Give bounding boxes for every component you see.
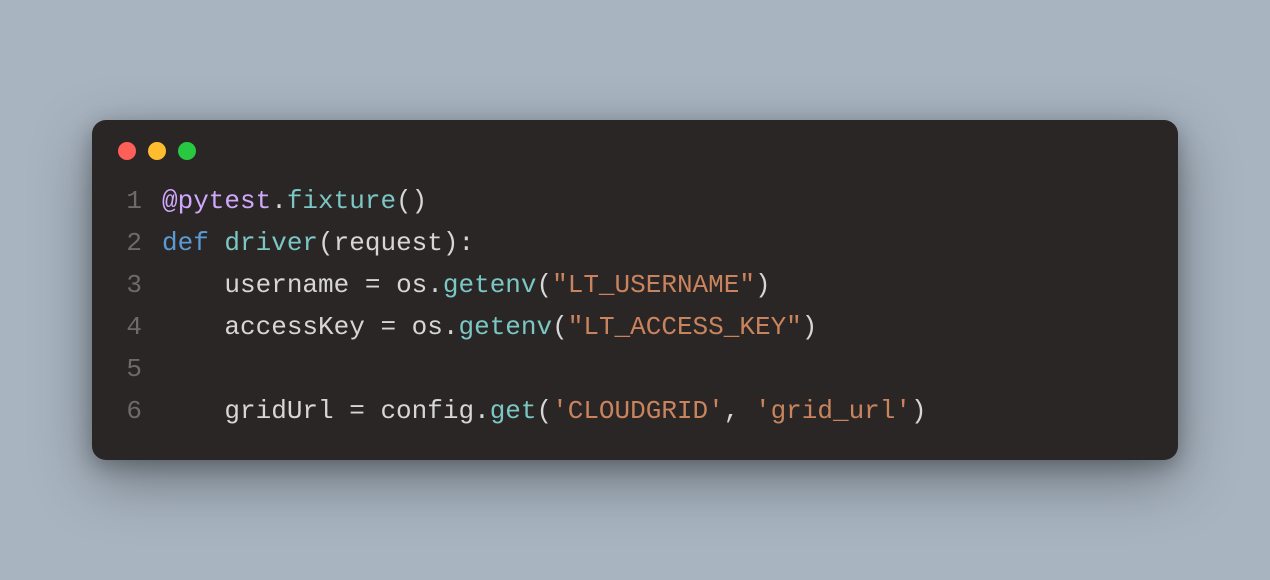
line-number: 4 xyxy=(118,306,162,348)
code-token: ) xyxy=(755,270,771,300)
code-token: os xyxy=(396,270,427,300)
code-token: get xyxy=(490,396,537,426)
code-token: gridUrl xyxy=(224,396,333,426)
code-token: ( xyxy=(318,228,334,258)
code-token: ( xyxy=(552,312,568,342)
code-token: ): xyxy=(443,228,474,258)
code-line[interactable]: 2def driver(request): xyxy=(118,222,1152,264)
code-token: = xyxy=(365,312,412,342)
code-token: getenv xyxy=(443,270,537,300)
code-line[interactable]: 3 username = os.getenv("LT_USERNAME") xyxy=(118,264,1152,306)
code-line[interactable]: 4 accessKey = os.getenv("LT_ACCESS_KEY") xyxy=(118,306,1152,348)
code-token: 'grid_url' xyxy=(755,396,911,426)
code-token: request xyxy=(334,228,443,258)
code-token: getenv xyxy=(459,312,553,342)
code-line[interactable]: 6 gridUrl = config.get('CLOUDGRID', 'gri… xyxy=(118,390,1152,432)
close-icon[interactable] xyxy=(118,142,136,160)
code-token: "LT_ACCESS_KEY" xyxy=(568,312,802,342)
code-content[interactable]: gridUrl = config.get('CLOUDGRID', 'grid_… xyxy=(162,390,927,432)
code-window: 1@pytest.fixture()2def driver(request):3… xyxy=(92,120,1178,461)
code-content[interactable]: def driver(request): xyxy=(162,222,474,264)
code-content[interactable]: @pytest.fixture() xyxy=(162,180,427,222)
line-number: 5 xyxy=(118,348,162,390)
code-token: "LT_USERNAME" xyxy=(552,270,755,300)
line-number: 1 xyxy=(118,180,162,222)
code-content[interactable]: username = os.getenv("LT_USERNAME") xyxy=(162,264,771,306)
code-token: . xyxy=(427,270,443,300)
minimize-icon[interactable] xyxy=(148,142,166,160)
code-token: def xyxy=(162,228,224,258)
code-token xyxy=(162,312,224,342)
code-token: username xyxy=(224,270,349,300)
line-number: 2 xyxy=(118,222,162,264)
code-editor[interactable]: 1@pytest.fixture()2def driver(request):3… xyxy=(92,170,1178,433)
code-token: config xyxy=(380,396,474,426)
code-line[interactable]: 5 xyxy=(118,348,1152,390)
code-token: . xyxy=(474,396,490,426)
code-token: os xyxy=(412,312,443,342)
code-token: driver xyxy=(224,228,318,258)
code-token: , xyxy=(724,396,755,426)
code-content[interactable]: accessKey = os.getenv("LT_ACCESS_KEY") xyxy=(162,306,817,348)
line-number: 6 xyxy=(118,390,162,432)
code-token: = xyxy=(334,396,381,426)
code-token: 'CLOUDGRID' xyxy=(552,396,724,426)
code-token: fixture xyxy=(287,186,396,216)
code-token: @pytest xyxy=(162,186,271,216)
code-token: ) xyxy=(911,396,927,426)
code-token: accessKey xyxy=(224,312,364,342)
window-titlebar xyxy=(92,120,1178,170)
code-token xyxy=(162,396,224,426)
code-token: () xyxy=(396,186,427,216)
code-token: = xyxy=(349,270,396,300)
line-number: 3 xyxy=(118,264,162,306)
code-token: . xyxy=(443,312,459,342)
code-token: . xyxy=(271,186,287,216)
code-token: ) xyxy=(802,312,818,342)
code-token: ( xyxy=(537,270,553,300)
code-token xyxy=(162,270,224,300)
zoom-icon[interactable] xyxy=(178,142,196,160)
code-token: ( xyxy=(537,396,553,426)
code-line[interactable]: 1@pytest.fixture() xyxy=(118,180,1152,222)
